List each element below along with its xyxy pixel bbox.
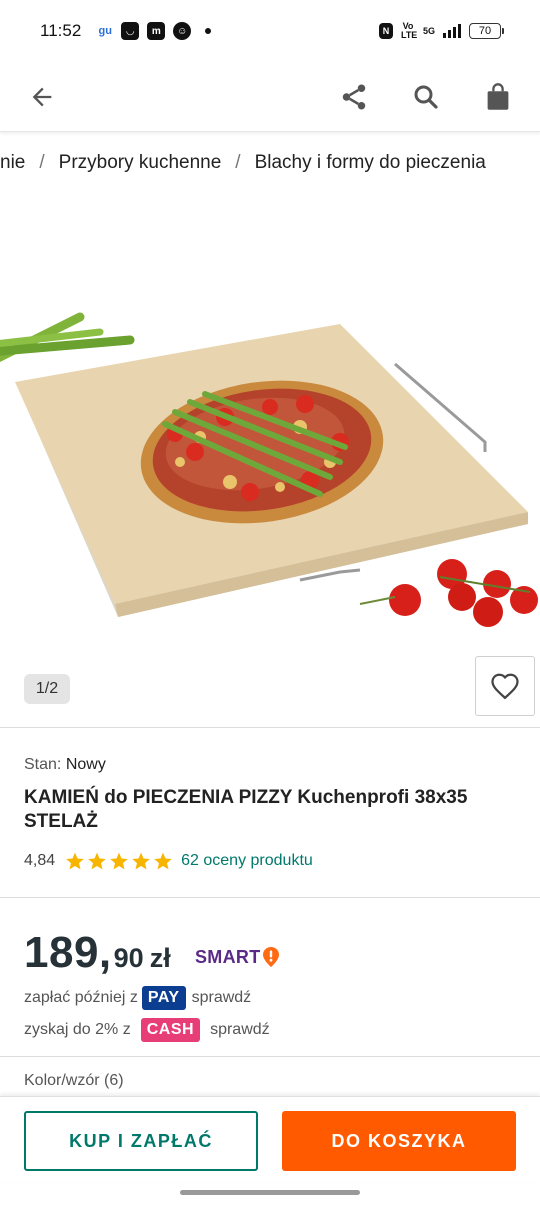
network-type: 5G (422, 25, 435, 36)
variant-selector-label[interactable]: Kolor/wzór (6) (24, 1072, 124, 1090)
battery-icon: 70 (469, 23, 504, 39)
m-notification-icon: m (147, 22, 166, 40)
battery-level: 70 (469, 23, 501, 39)
pay-check-link[interactable]: sprawdź (192, 989, 252, 1007)
divider (0, 727, 540, 728)
favorite-button[interactable] (475, 656, 535, 716)
star-icon (110, 852, 128, 870)
rating-stars (65, 851, 173, 871)
price-fraction: 90 (113, 943, 144, 973)
more-notifications-icon (205, 28, 212, 34)
breadcrumb-item[interactable]: nie (0, 152, 25, 174)
chat-notification-icon: ◡ (121, 22, 140, 40)
share-button[interactable] (334, 77, 374, 117)
product-image (0, 312, 538, 627)
notification-icons: gu ◡ m ☺ (97, 22, 212, 40)
app-notification-icon: gu (98, 25, 112, 37)
star-icon (132, 852, 150, 870)
shopping-bag-icon (487, 82, 509, 110)
search-button[interactable] (406, 77, 446, 117)
smart-label: SMART (195, 946, 261, 967)
price-currency: zł (149, 943, 171, 973)
price: 189, 90 zł (24, 928, 171, 978)
tomatoes-decoration (359, 559, 538, 627)
product-title: KAMIEŃ do PIECZENIA PIZZY Kuchenprofi 38… (24, 787, 468, 832)
bottom-action-bar: KUP I ZAPŁAĆ DO KOSZYKA (0, 1096, 540, 1182)
star-icon (154, 852, 172, 870)
search-icon (414, 85, 438, 109)
breadcrumb: nie / Przybory kuchenne / Blachy i formy… (0, 148, 540, 178)
home-indicator[interactable] (180, 1190, 360, 1195)
cash-check-link[interactable]: sprawdź (210, 1021, 270, 1039)
smart-badge[interactable]: SMART (195, 946, 280, 968)
back-button[interactable] (22, 77, 62, 117)
gallery-counter: 1/2 (24, 674, 70, 704)
status-bar: 11:52 gu ◡ m ☺ N Vo LTE 5G 70 (0, 0, 540, 62)
cash-badge: CASH (140, 1018, 201, 1042)
system-icons: N Vo LTE 5G 70 (378, 21, 504, 40)
signal-icon (443, 24, 461, 38)
asparagus-decoration (0, 312, 135, 363)
social-notification-icon: ☺ (173, 22, 192, 40)
cashback-row: zyskaj do 2% z CASH sprawdź (24, 1016, 270, 1044)
divider (0, 1056, 540, 1057)
star-icon (66, 852, 84, 870)
star-icon (88, 852, 106, 870)
divider (0, 897, 540, 898)
add-to-cart-button[interactable]: DO KOSZYKA (282, 1111, 516, 1171)
volte-icon: Vo LTE (400, 21, 418, 40)
rating-value: 4,84 (24, 852, 56, 869)
smart-exclamation-icon (262, 947, 279, 967)
pay-later-row: zapłać później z PAY sprawdź (24, 984, 251, 1012)
cashback-text: zyskaj do 2% z (24, 1021, 131, 1038)
status-time: 11:52 (40, 21, 82, 40)
pay-badge: PAY (141, 986, 186, 1010)
nfc-icon: N (378, 23, 393, 39)
cart-button[interactable] (478, 77, 518, 117)
ratings-link[interactable]: 62 oceny produktu (181, 852, 313, 870)
breadcrumb-separator: / (39, 152, 45, 173)
buy-now-button[interactable]: KUP I ZAPŁAĆ (24, 1111, 258, 1171)
product-gallery[interactable] (0, 212, 540, 717)
share-icon (342, 84, 366, 109)
arrow-left-icon (32, 87, 52, 106)
breadcrumb-item[interactable]: Przybory kuchenne (59, 152, 222, 174)
rating: 4,84 62 oceny produktu (24, 849, 313, 873)
pay-later-text: zapłać później z (24, 989, 138, 1006)
price-integer: 189, (24, 928, 112, 977)
condition: Stan: Nowy (24, 756, 106, 774)
condition-label: Stan: (24, 756, 62, 773)
breadcrumb-item[interactable]: Blachy i formy do pieczenia (255, 152, 486, 174)
heart-icon (491, 673, 519, 700)
condition-value: Nowy (65, 756, 106, 773)
top-nav (0, 62, 540, 132)
breadcrumb-separator: / (235, 152, 241, 173)
